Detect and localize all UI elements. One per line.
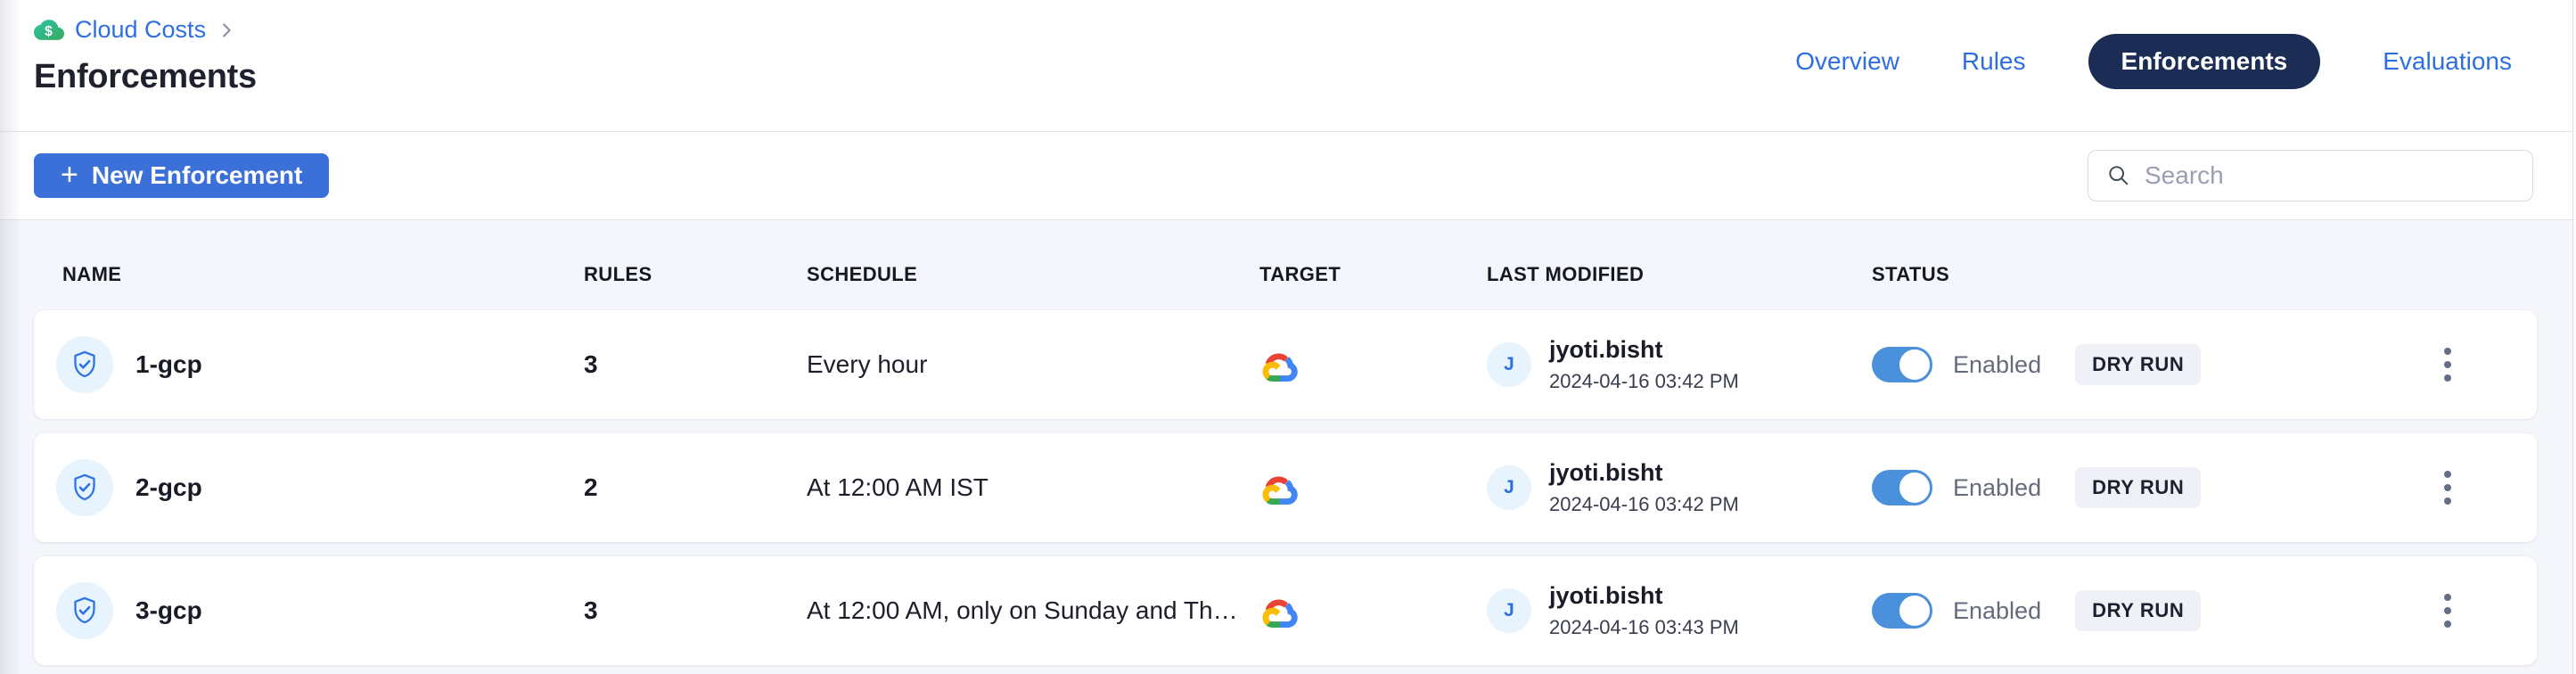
enforcement-name: 2-gcp: [135, 473, 202, 502]
target-cell: [1259, 592, 1487, 629]
toggle-knob: [1897, 470, 1932, 506]
name-cell: 1-gcp: [56, 336, 584, 393]
last-modified-cell: J jyoti.bisht 2024-04-16 03:42 PM: [1487, 336, 1872, 393]
toggle-label: Enabled: [1953, 474, 2041, 502]
gcp-cloud-icon: [1259, 592, 1300, 629]
dry-run-badge: DRY RUN: [2075, 344, 2201, 385]
avatar: J: [1487, 465, 1531, 510]
table-row[interactable]: 3-gcp 3 At 12:00 AM, only on Sunday and …: [34, 556, 2537, 665]
tab-rules[interactable]: Rules: [1962, 47, 2026, 76]
tab-overview[interactable]: Overview: [1795, 47, 1899, 76]
page-title: Enforcements: [34, 58, 257, 96]
status-cell: Enabled DRY RUN: [1872, 590, 2423, 631]
gcp-cloud-icon: [1259, 346, 1300, 383]
toggle-label: Enabled: [1953, 351, 2041, 379]
column-header-last-modified: LAST MODIFIED: [1487, 263, 1872, 286]
new-enforcement-button[interactable]: + New Enforcement: [34, 153, 329, 198]
column-header-name: NAME: [62, 263, 584, 286]
toggle-label: Enabled: [1953, 597, 2041, 625]
actions-cell: [2423, 341, 2537, 389]
table-row[interactable]: 2-gcp 2 At 12:00 AM IST J jyoti.bisht 20…: [34, 433, 2537, 542]
gcp-cloud-icon: [1259, 469, 1300, 506]
target-cell: [1259, 469, 1487, 506]
status-cell: Enabled DRY RUN: [1872, 344, 2423, 385]
name-cell: 3-gcp: [56, 582, 584, 639]
modified-by: jyoti.bisht: [1549, 336, 1739, 364]
enabled-toggle[interactable]: [1872, 593, 1932, 629]
breadcrumb: $ Cloud Costs: [34, 16, 257, 44]
toolbar: + New Enforcement: [0, 132, 2576, 220]
enforcements-table: NAME RULES SCHEDULE TARGET LAST MODIFIED…: [0, 220, 2576, 665]
modified-date: 2024-04-16 03:43 PM: [1549, 616, 1739, 639]
modified-by: jyoti.bisht: [1549, 459, 1739, 487]
kebab-menu-icon[interactable]: [2432, 464, 2464, 512]
schedule-text: At 12:00 AM IST: [807, 473, 1259, 502]
table-row[interactable]: 1-gcp 3 Every hour J jyoti.bisht 2024-04…: [34, 310, 2537, 419]
plus-icon: +: [61, 160, 78, 190]
modified-date: 2024-04-16 03:42 PM: [1549, 493, 1739, 516]
search-icon: [2106, 163, 2131, 188]
shield-check-icon: [56, 582, 113, 639]
schedule-text: At 12:00 AM, only on Sunday and Thursday…: [807, 596, 1259, 625]
enabled-toggle[interactable]: [1872, 470, 1932, 506]
rules-count: 3: [584, 350, 807, 379]
status-cell: Enabled DRY RUN: [1872, 467, 2423, 508]
svg-text:$: $: [45, 24, 53, 39]
new-enforcement-button-label: New Enforcement: [92, 161, 303, 190]
dry-run-badge: DRY RUN: [2075, 590, 2201, 631]
dry-run-badge: DRY RUN: [2075, 467, 2201, 508]
search-input[interactable]: [2145, 161, 2514, 190]
column-header-status: STATUS: [1872, 263, 2423, 286]
column-header-schedule: SCHEDULE: [807, 263, 1259, 286]
avatar: J: [1487, 342, 1531, 387]
actions-cell: [2423, 464, 2537, 512]
header-left: $ Cloud Costs Enforcements: [34, 0, 257, 131]
target-cell: [1259, 346, 1487, 383]
shield-check-icon: [56, 336, 113, 393]
tab-enforcements[interactable]: Enforcements: [2088, 34, 2321, 89]
cloud-dollar-icon: $: [34, 17, 64, 43]
actions-cell: [2423, 587, 2537, 635]
last-modified-cell: J jyoti.bisht 2024-04-16 03:42 PM: [1487, 459, 1872, 516]
chevron-right-icon: [217, 21, 236, 40]
toggle-knob: [1897, 593, 1932, 629]
toggle-knob: [1897, 347, 1932, 382]
enforcement-name: 1-gcp: [135, 350, 202, 379]
column-header-target: TARGET: [1259, 263, 1487, 286]
content-right-border: [2572, 0, 2573, 674]
last-modified-cell: J jyoti.bisht 2024-04-16 03:43 PM: [1487, 582, 1872, 639]
tab-evaluations[interactable]: Evaluations: [2383, 47, 2512, 76]
avatar: J: [1487, 588, 1531, 633]
kebab-menu-icon[interactable]: [2432, 341, 2464, 389]
kebab-menu-icon[interactable]: [2432, 587, 2464, 635]
schedule-text: Every hour: [807, 350, 1259, 379]
name-cell: 2-gcp: [56, 459, 584, 516]
modified-by: jyoti.bisht: [1549, 582, 1739, 610]
search-box[interactable]: [2088, 150, 2533, 201]
rules-count: 3: [584, 596, 807, 625]
modified-date: 2024-04-16 03:42 PM: [1549, 370, 1739, 393]
enabled-toggle[interactable]: [1872, 347, 1932, 382]
breadcrumb-link-cloud-costs[interactable]: Cloud Costs: [75, 16, 206, 44]
page-header: $ Cloud Costs Enforcements Overview Rule…: [0, 0, 2576, 132]
column-header-rules: RULES: [584, 263, 807, 286]
shield-check-icon: [56, 459, 113, 516]
table-header-row: NAME RULES SCHEDULE TARGET LAST MODIFIED…: [34, 263, 2537, 286]
rules-count: 2: [584, 473, 807, 502]
view-tabs: Overview Rules Enforcements Evaluations: [1795, 34, 2512, 89]
enforcement-name: 3-gcp: [135, 596, 202, 625]
column-header-actions: [2423, 263, 2537, 286]
